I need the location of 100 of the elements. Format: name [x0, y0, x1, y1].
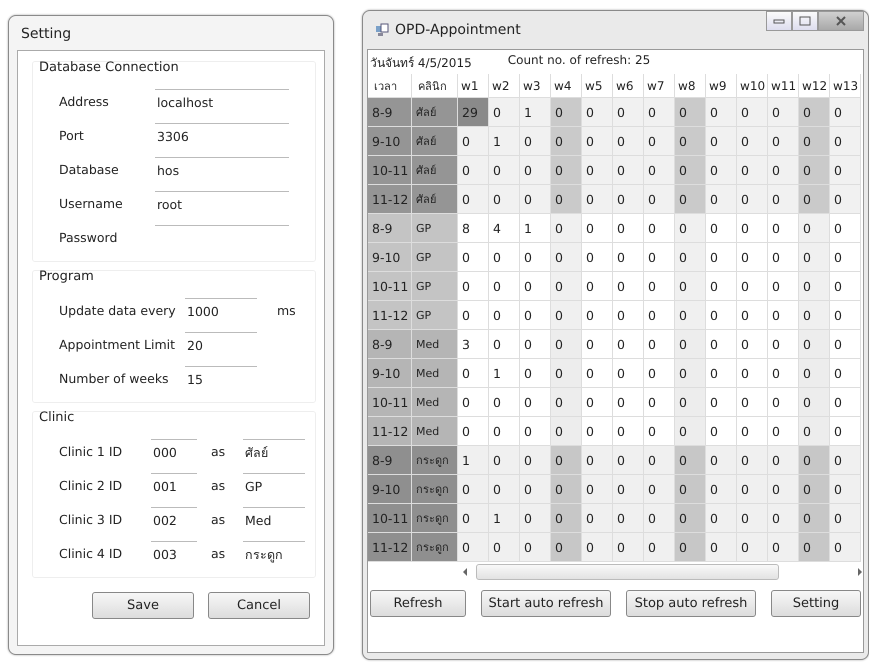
scrollbar-thumb[interactable]: [476, 564, 779, 580]
window-title: OPD-Appointment: [395, 22, 522, 38]
column-header[interactable]: w9: [706, 74, 737, 98]
table-cell: 0: [582, 214, 613, 243]
column-header[interactable]: w8: [675, 74, 706, 98]
table-cell: 11-12: [368, 301, 412, 330]
column-header[interactable]: w1: [458, 74, 489, 98]
table-cell: 0: [582, 127, 613, 156]
table-cell: 0: [458, 127, 489, 156]
table-cell: 0: [644, 533, 675, 562]
table-cell: 0: [768, 272, 799, 301]
column-header[interactable]: w7: [644, 74, 675, 98]
table-cell: 0: [706, 301, 737, 330]
table-cell: 0: [799, 330, 830, 359]
table-cell: 0: [458, 417, 489, 446]
input-field[interactable]: 000: [151, 439, 197, 465]
input-field[interactable]: 1000: [185, 298, 257, 324]
table-cell: 0: [675, 533, 706, 562]
table-cell: 0: [520, 272, 551, 301]
column-header[interactable]: w10: [737, 74, 768, 98]
column-header[interactable]: w4: [551, 74, 582, 98]
column-header[interactable]: w3: [520, 74, 551, 98]
table-cell: 0: [737, 272, 768, 301]
table-cell: 0: [613, 127, 644, 156]
setting-button[interactable]: Setting: [771, 590, 861, 617]
input-field[interactable]: 3306: [155, 123, 289, 149]
column-header[interactable]: w11: [768, 74, 799, 98]
input-field[interactable]: 002: [151, 507, 197, 533]
field-label: Address: [59, 94, 110, 111]
table-cell: 0: [737, 446, 768, 475]
table-cell: 0: [644, 156, 675, 185]
table-cell: 10-11: [368, 504, 412, 533]
maximize-button[interactable]: [792, 11, 818, 31]
table-cell: ศัลย์: [412, 156, 458, 185]
table-cell: 8-9: [368, 98, 412, 127]
table-cell: 0: [830, 98, 861, 127]
table-cell: 3: [458, 330, 489, 359]
table-cell: 0: [613, 156, 644, 185]
column-header[interactable]: คลินิก: [412, 74, 458, 98]
table-cell: 0: [830, 533, 861, 562]
table-cell: 0: [551, 214, 582, 243]
table-cell: 0: [768, 417, 799, 446]
refresh-button[interactable]: Refresh: [370, 590, 466, 617]
table-cell: 0: [706, 504, 737, 533]
table-cell: 0: [799, 301, 830, 330]
input-field[interactable]: 20: [185, 332, 257, 358]
stop-button[interactable]: Stop auto refresh: [626, 590, 756, 617]
input-field[interactable]: GP: [243, 473, 305, 499]
window-title: Setting: [20, 25, 72, 44]
table-cell: 0: [489, 388, 520, 417]
scroll-right-icon[interactable]: [857, 568, 863, 576]
table-cell: 0: [613, 359, 644, 388]
table-cell: 0: [768, 243, 799, 272]
table-cell: 0: [644, 272, 675, 301]
minimize-button[interactable]: [766, 11, 792, 31]
column-header[interactable]: w13: [830, 74, 861, 98]
table-cell: 11-12: [368, 533, 412, 562]
table-cell: 0: [489, 243, 520, 272]
table-cell: 0: [830, 330, 861, 359]
table-cell: 1: [520, 214, 551, 243]
column-header[interactable]: เวลา: [368, 74, 412, 98]
table-cell: 0: [582, 475, 613, 504]
table-cell: 0: [799, 98, 830, 127]
table-cell: 0: [582, 243, 613, 272]
field-label: as: [210, 478, 226, 495]
input-field[interactable]: 15: [185, 366, 257, 392]
column-header[interactable]: w6: [613, 74, 644, 98]
table-cell: 0: [830, 127, 861, 156]
input-field[interactable]: ศัลย์: [243, 439, 305, 465]
column-header[interactable]: w5: [582, 74, 613, 98]
input-field[interactable]: hos: [155, 157, 289, 183]
table-cell: 0: [706, 359, 737, 388]
close-button[interactable]: [818, 11, 864, 31]
input-field[interactable]: กระดูก: [243, 541, 305, 567]
table-cell: 0: [799, 417, 830, 446]
table-cell: 0: [582, 272, 613, 301]
input-field[interactable]: Med: [243, 507, 305, 533]
start-button[interactable]: Start auto refresh: [481, 590, 611, 617]
maximize-icon: [799, 16, 811, 26]
column-header[interactable]: w12: [799, 74, 830, 98]
table-cell: 10-11: [368, 156, 412, 185]
input-field[interactable]: root: [155, 191, 289, 217]
input-field[interactable]: 001: [151, 473, 197, 499]
table-cell: 0: [830, 388, 861, 417]
table-cell: 0: [644, 417, 675, 446]
table-cell: 0: [799, 446, 830, 475]
column-header[interactable]: w2: [489, 74, 520, 98]
cancel-button[interactable]: Cancel: [208, 592, 310, 619]
save-button[interactable]: Save: [92, 592, 194, 619]
field-label: as: [210, 546, 226, 563]
table-cell: 0: [737, 533, 768, 562]
table-cell: 0: [582, 156, 613, 185]
field-label: Port: [59, 128, 85, 145]
input-field[interactable]: localhost: [155, 89, 289, 115]
table-cell: 0: [737, 359, 768, 388]
table-cell: 0: [830, 301, 861, 330]
scroll-left-icon[interactable]: [462, 568, 468, 576]
table-cell: 0: [706, 417, 737, 446]
table-cell: 0: [613, 243, 644, 272]
input-field[interactable]: 003: [151, 541, 197, 567]
